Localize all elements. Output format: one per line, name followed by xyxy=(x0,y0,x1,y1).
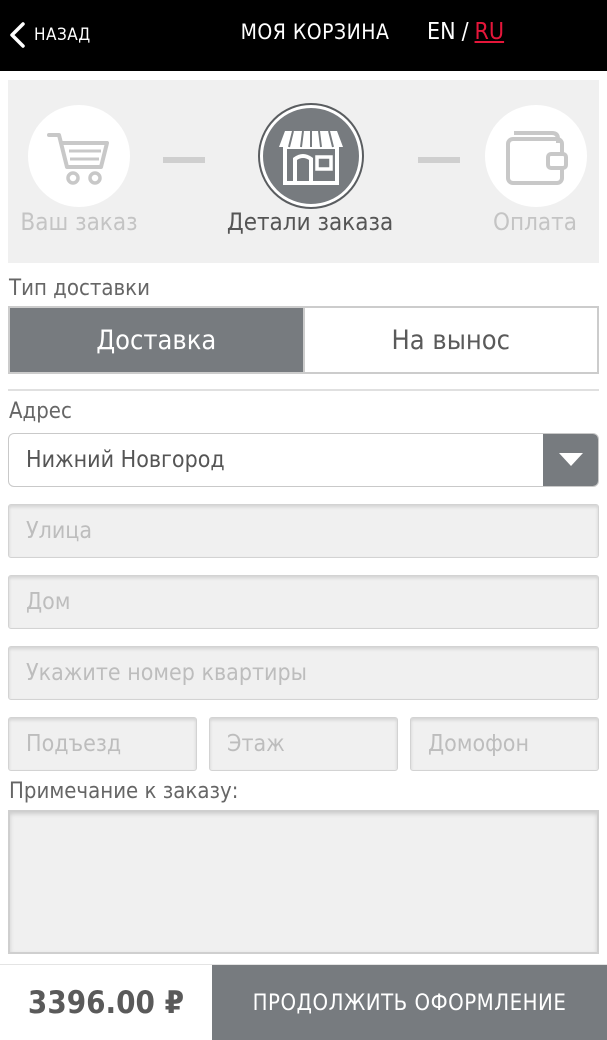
intercom-input[interactable]: Домофон xyxy=(410,717,599,771)
back-label: НАЗАД xyxy=(34,25,91,45)
step-payment[interactable] xyxy=(485,105,587,207)
lang-ru[interactable]: RU xyxy=(475,19,505,45)
delivery-type-toggle: Доставка На вынос xyxy=(8,306,599,374)
note-textarea[interactable] xyxy=(8,810,599,954)
floor-placeholder: Этаж xyxy=(227,731,285,757)
step-payment-label: Оплата xyxy=(493,208,577,236)
house-placeholder: Дом xyxy=(26,589,71,615)
lang-en[interactable]: EN xyxy=(427,19,456,45)
city-value: Нижний Новгород xyxy=(26,447,225,473)
wallet-icon xyxy=(506,131,568,185)
intercom-placeholder: Домофон xyxy=(428,731,529,757)
page-title: МОЯ КОРЗИНА xyxy=(240,20,390,44)
store-icon xyxy=(279,130,343,185)
step-connector xyxy=(418,157,460,163)
delivery-type-label: Тип доставки xyxy=(9,276,150,301)
dropdown-button[interactable] xyxy=(543,434,598,486)
cart-icon xyxy=(47,133,109,185)
apartment-placeholder: Укажите номер квартиры xyxy=(26,660,307,686)
divider xyxy=(8,389,599,391)
address-label: Адрес xyxy=(9,399,72,424)
chevron-down-icon xyxy=(558,453,583,466)
step-order-label: Ваш заказ xyxy=(20,208,138,236)
city-select[interactable]: Нижний Новгород xyxy=(8,433,599,487)
house-input[interactable]: Дом xyxy=(8,575,599,629)
delivery-option[interactable]: Доставка xyxy=(10,308,303,372)
step-details-label: Детали заказа xyxy=(226,208,394,236)
total-price: 3396.00 ₽ xyxy=(27,985,185,1021)
chevron-left-icon xyxy=(10,22,25,48)
top-bar: НАЗАД МОЯ КОРЗИНА EN / RU xyxy=(0,0,607,71)
entrance-placeholder: Подъезд xyxy=(26,731,122,757)
bottom-bar: 3396.00 ₽ ПРОДОЛЖИТЬ ОФОРМЛЕНИЕ xyxy=(0,964,607,1040)
language-switcher: EN / RU xyxy=(427,19,504,45)
street-input[interactable]: Улица xyxy=(8,504,599,558)
entrance-input[interactable]: Подъезд xyxy=(8,717,197,771)
back-button[interactable]: НАЗАД xyxy=(8,18,91,52)
takeaway-option[interactable]: На вынос xyxy=(302,308,597,372)
continue-button[interactable]: ПРОДОЛЖИТЬ ОФОРМЛЕНИЕ xyxy=(212,965,607,1040)
step-order[interactable] xyxy=(28,105,130,207)
street-placeholder: Улица xyxy=(26,518,93,544)
checkout-steps: Ваш заказ Детали заказа Оплата xyxy=(8,80,599,263)
floor-input[interactable]: Этаж xyxy=(209,717,398,771)
step-connector xyxy=(163,157,205,163)
lang-separator: / xyxy=(461,19,469,45)
step-details[interactable] xyxy=(260,105,362,207)
apartment-input[interactable]: Укажите номер квартиры xyxy=(8,646,599,700)
note-label: Примечание к заказу: xyxy=(9,779,239,804)
